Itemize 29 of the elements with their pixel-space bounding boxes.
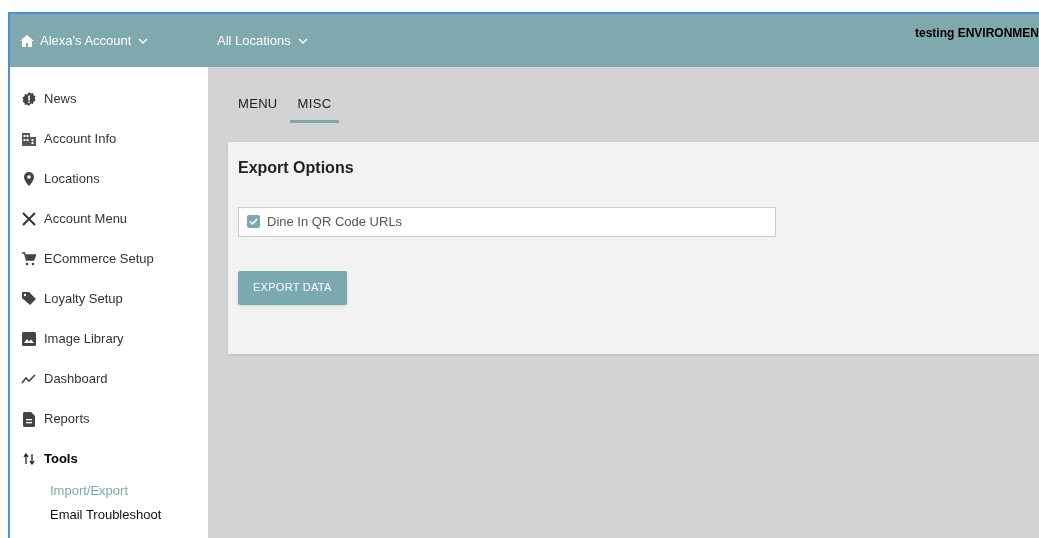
environment-label: testing ENVIRONMEN	[915, 26, 1039, 40]
sidebar-subitem[interactable]: Email Troubleshoot	[10, 503, 208, 527]
option-label: Dine In QR Code URLs	[267, 212, 403, 231]
trend-line-icon	[21, 374, 37, 384]
checkbox[interactable]	[247, 215, 260, 228]
tab[interactable]: MISC	[289, 94, 340, 123]
sidebar-item[interactable]: Locations	[10, 159, 208, 199]
chevron-down-icon	[138, 37, 149, 44]
chevron-down-icon	[297, 37, 308, 44]
document-icon	[23, 411, 35, 427]
up-down-arrows-icon	[23, 453, 35, 465]
cart-icon	[22, 252, 36, 266]
sidebar-item[interactable]: News	[10, 79, 208, 119]
building-icon	[22, 132, 36, 146]
sidebar-item[interactable]: Loyalty Setup	[10, 279, 208, 319]
map-pin-icon	[24, 172, 34, 186]
sidebar-item[interactable]: Tools	[10, 439, 208, 479]
sidebar-item[interactable]: Dashboard	[10, 359, 208, 399]
home-icon	[20, 34, 34, 47]
sidebar-item[interactable]: Account Info	[10, 119, 208, 159]
tab[interactable]: MENU	[236, 94, 280, 123]
sidebar-item[interactable]: Image Library	[10, 319, 208, 359]
news-badge-icon	[22, 92, 36, 106]
image-icon	[22, 332, 36, 346]
sidebar-item[interactable]: Reports	[10, 399, 208, 439]
sidebar-item[interactable]: ECommerce Setup	[10, 239, 208, 279]
card-title: Export Options	[238, 157, 354, 178]
sidebar-item[interactable]: Account Menu	[10, 199, 208, 239]
tag-icon	[21, 292, 37, 306]
